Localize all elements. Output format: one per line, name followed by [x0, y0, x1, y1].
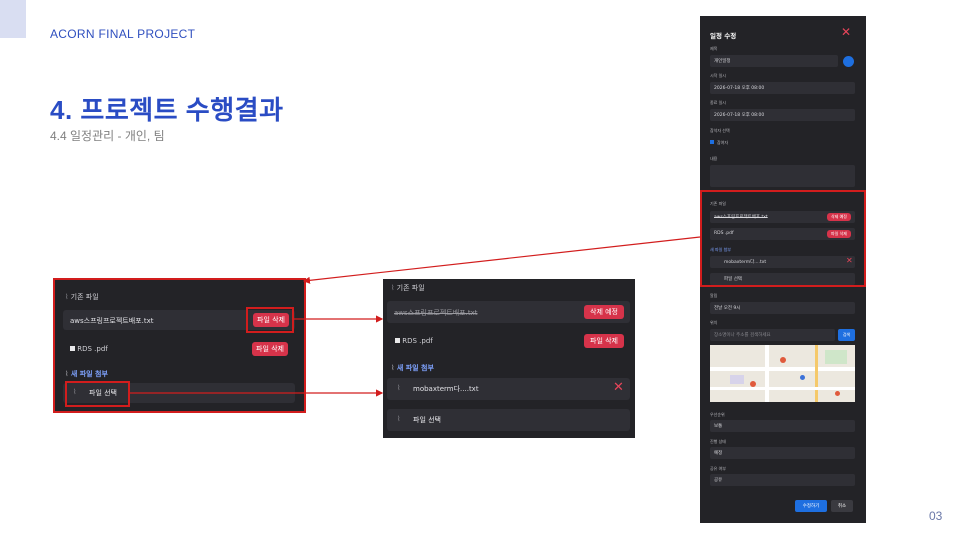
file-panel-after: ⌇ 기존 파일 aws스프링프로젝트배포.txt 삭제 예정 RDS .pdf …	[383, 279, 635, 438]
modal-title: 일정 수정	[710, 32, 737, 40]
location-input[interactable]: 장소명이나 주소를 검색하세요	[710, 329, 835, 341]
file-name: aws스프링프로젝트배포.txt	[70, 317, 154, 325]
paperclip-icon: ⌇	[65, 293, 69, 301]
content-textarea[interactable]	[710, 165, 855, 187]
color-picker[interactable]	[843, 56, 854, 67]
page-subtitle: 4.4 일정관리 - 개인, 팀	[50, 129, 165, 143]
priority-select[interactable]: 보통	[710, 420, 855, 432]
paperclip-icon: ⌇	[391, 364, 395, 372]
end-label: 종료 일시	[710, 100, 726, 105]
share-label: 공유 여부	[710, 466, 726, 471]
start-label: 시작 일시	[710, 73, 726, 78]
location-label: 위치	[710, 320, 718, 325]
title-label: 제목	[710, 46, 718, 51]
file-panel-before: ⌇ 기존 파일 aws스프링프로젝트배포.txt 파일 삭제 RDS .pdf …	[53, 278, 306, 413]
choose-file-button[interactable]: 파일 선택	[413, 415, 441, 425]
highlight-box	[246, 307, 294, 333]
file-name: aws스프링프로젝트배포.txt	[394, 309, 478, 317]
priority-label: 우선순위	[710, 412, 725, 417]
new-file-row: ⌇ mobaxterm다....txt ✕	[387, 378, 630, 400]
new-file-name: mobaxterm다....txt	[413, 385, 479, 393]
remove-icon[interactable]: ✕	[613, 380, 624, 395]
delete-file-button[interactable]: 파일 삭제	[584, 334, 624, 348]
checkbox-label: 참여자	[717, 140, 729, 145]
new-file-label: 새 파일 첨부	[70, 370, 108, 378]
file-row: aws스프링프로젝트배포.txt 삭제 예정	[387, 301, 630, 323]
edit-schedule-modal: 일정 수정 ✕ 제목 개인일정 시작 일시 2026-07-18 오후 08:0…	[700, 16, 866, 523]
end-datetime-input[interactable]: 2026-07-18 오후 08:00	[710, 109, 855, 121]
project-label: ACORN FINAL PROJECT	[50, 27, 196, 41]
status-select[interactable]: 예정	[710, 447, 855, 459]
save-button[interactable]: 수정하기	[795, 500, 827, 512]
highlight-box	[700, 190, 866, 287]
map-view[interactable]	[710, 345, 855, 402]
search-button[interactable]: 검색	[838, 329, 855, 341]
alarm-select[interactable]: 전날 오전 9시	[710, 302, 855, 314]
highlight-box	[65, 381, 130, 407]
delete-file-button[interactable]: 파일 삭제	[252, 342, 288, 356]
cancel-button[interactable]: 취소	[831, 500, 853, 512]
file-icon	[395, 338, 400, 343]
paperclip-icon: ⌇	[65, 370, 69, 378]
new-file-label: 새 파일 첨부	[396, 364, 434, 372]
status-label: 진행 상태	[710, 439, 726, 444]
choose-file-row[interactable]: ⌇ 파일 선택	[387, 409, 630, 431]
title-input[interactable]: 개인일정	[710, 55, 838, 67]
corner-decoration	[0, 0, 26, 38]
file-name: RDS .pdf	[402, 337, 433, 345]
paperclip-icon: ⌇	[397, 415, 401, 423]
existing-files-label: 기존 파일	[396, 284, 425, 292]
paperclip-icon: ⌇	[397, 384, 401, 392]
share-select[interactable]: 공유	[710, 474, 855, 486]
existing-files-label: 기존 파일	[70, 293, 99, 301]
paperclip-icon: ⌇	[391, 284, 395, 292]
close-icon[interactable]: ✕	[841, 25, 851, 39]
alarm-label: 알림	[710, 293, 718, 298]
page-title: 4. 프로젝트 수행결과	[50, 95, 284, 125]
scheduled-delete-button[interactable]: 삭제 예정	[584, 305, 624, 319]
participant-checkbox[interactable]	[710, 140, 714, 144]
content-label: 내용	[710, 156, 718, 161]
participants-label: 참석자 선택	[710, 128, 730, 133]
arrow-line	[302, 236, 701, 284]
file-name: RDS .pdf	[77, 345, 108, 353]
page-number: 03	[929, 509, 943, 523]
start-datetime-input[interactable]: 2026-07-18 오후 08:00	[710, 82, 855, 94]
file-icon	[70, 346, 75, 351]
